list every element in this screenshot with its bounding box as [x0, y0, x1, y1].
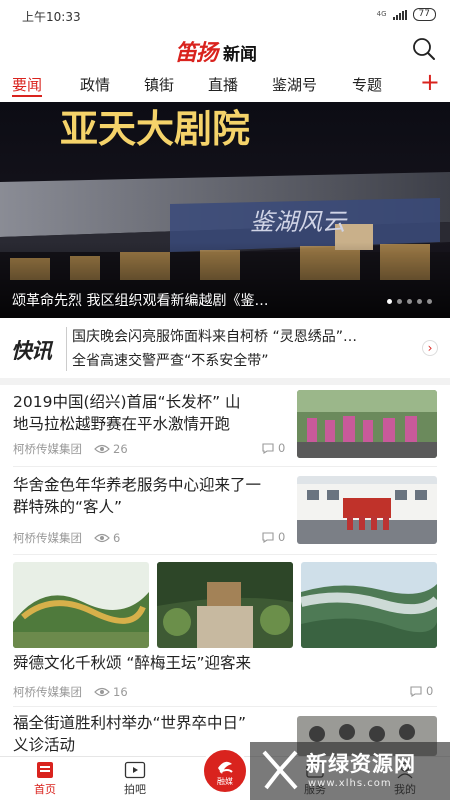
list-divider	[13, 466, 437, 467]
tab-zhengqing[interactable]: 政情	[80, 74, 110, 95]
watermark-logo-icon	[262, 750, 298, 790]
article-source: 柯桥传媒集团	[13, 685, 82, 699]
article-item[interactable]: 舜德文化千秋颂 “醉梅王坛”迎客来 柯桥传媒集团 16 0	[0, 652, 450, 702]
article-thumbnail	[297, 476, 437, 544]
status-time: 上午10:33	[22, 10, 81, 24]
comment-count-value: 0	[426, 684, 434, 698]
article-title: 舜德文化千秋颂 “醉梅王坛”迎客来	[13, 652, 251, 674]
nav-home[interactable]: 首页	[15, 761, 75, 797]
article-title-line: 2019中国(绍兴)首届“长发杯” 山	[13, 393, 241, 411]
nav-paiba[interactable]: 拍吧	[105, 761, 165, 797]
flash-news-logo: 快讯	[11, 339, 52, 363]
comment-icon	[410, 685, 422, 697]
nav-rongmei-label: 融媒	[217, 777, 233, 786]
flash-news: 快讯 国庆晚会闪亮服饰面料来自柯桥 “灵恩绣品”… 全省高速交警严查“不系安全带…	[0, 320, 450, 378]
nav-rongmei[interactable]: 融媒	[201, 747, 249, 795]
banner-pagination	[387, 299, 432, 304]
channel-tabs: 要闻 政情 镇街 直播 鉴湖号 专题 +	[0, 68, 450, 102]
watermark: 新绿资源网 www.xlhs.com	[250, 742, 450, 800]
article-title: 2019中国(绍兴)首届“长发杯” 山 地马拉松越野赛在平水激情开跑	[13, 391, 241, 435]
banner-image: 亚天大剧院 鉴湖风云	[0, 102, 450, 318]
pagination-dot	[387, 299, 392, 304]
status-bar: 上午10:33 4G 77	[0, 0, 450, 30]
banner-caption: 颂革命先烈 我区组织观看新编越剧《鉴…	[12, 293, 269, 309]
view-count: 16	[94, 685, 128, 699]
article-title-line: 地马拉松越野赛在平水激情开跑	[13, 415, 231, 433]
search-icon	[413, 38, 435, 60]
article-meta: 柯桥传媒集团 26	[13, 441, 128, 457]
article-title: 华舍金色年华养老服务中心迎来了一 群特殊的“客人”	[13, 474, 261, 518]
comment-count: 0	[262, 441, 285, 455]
view-count-value: 6	[113, 531, 121, 545]
banner-sign: 亚天大剧院	[60, 106, 250, 151]
article-meta: 柯桥传媒集团 16	[13, 684, 128, 700]
banner-overlay-text: 鉴湖风云	[250, 208, 348, 236]
list-divider	[13, 554, 437, 555]
flash-divider	[66, 327, 67, 371]
article-title-line: 福全街道胜利村举办“世界卒中日”	[13, 714, 247, 732]
signal-icon	[392, 9, 407, 20]
app-logo: 笛扬 新闻	[175, 35, 257, 67]
comment-count: 0	[262, 530, 285, 544]
tab-yaowen[interactable]: 要闻	[12, 74, 42, 95]
list-divider	[13, 706, 437, 707]
view-count-value: 26	[113, 442, 128, 456]
network-label: 4G	[376, 10, 387, 18]
logo-brand: 笛扬	[175, 40, 218, 66]
article-source: 柯桥传媒集团	[13, 531, 82, 545]
eye-icon	[94, 444, 110, 454]
tab-zhenjie[interactable]: 镇街	[144, 74, 174, 95]
video-icon	[124, 761, 146, 779]
home-icon	[37, 762, 53, 778]
nav-home-label: 首页	[34, 783, 56, 796]
flash-item[interactable]: 国庆晚会闪亮服饰面料来自柯桥 “灵恩绣品”…	[72, 326, 357, 346]
nav-paiba-label: 拍吧	[124, 783, 146, 796]
search-button[interactable]	[410, 35, 438, 63]
pagination-dot	[427, 299, 432, 304]
comment-count-value: 0	[278, 530, 286, 544]
app-header: 笛扬 新闻	[0, 30, 450, 68]
comment-icon	[262, 442, 274, 454]
view-count: 26	[94, 442, 128, 456]
watermark-url: www.xlhs.com	[308, 778, 392, 789]
article-title-line: 华舍金色年华养老服务中心迎来了一	[13, 476, 262, 494]
pagination-dot	[407, 299, 412, 304]
logo-title: 新闻	[223, 45, 258, 65]
add-channel-button[interactable]: +	[420, 70, 440, 94]
pagination-dot	[417, 299, 422, 304]
tab-jianhuhao[interactable]: 鉴湖号	[272, 74, 317, 95]
view-count-value: 16	[113, 685, 128, 699]
article-title-line: 舜德文化千秋颂 “醉梅王坛”迎客来	[13, 654, 251, 672]
flash-item[interactable]: 全省高速交警严查“不系安全带”	[72, 350, 269, 370]
comment-icon	[262, 531, 274, 543]
article-thumbnail	[297, 390, 437, 458]
watermark-title: 新绿资源网	[306, 752, 416, 776]
chevron-right-icon[interactable]: ›	[422, 340, 438, 356]
article-source: 柯桥传媒集团	[13, 442, 82, 456]
article-title-line: 群特殊的“客人”	[13, 498, 123, 516]
section-divider	[0, 378, 450, 385]
battery-indicator: 77	[412, 8, 436, 21]
active-tab-indicator	[12, 95, 42, 97]
eye-icon	[94, 687, 110, 697]
article-item[interactable]: 2019中国(绍兴)首届“长发杯” 山 地马拉松越野赛在平水激情开跑 柯桥传媒集…	[0, 385, 450, 465]
article-image	[157, 562, 293, 648]
pagination-dot	[397, 299, 402, 304]
tab-zhibo[interactable]: 直播	[208, 74, 238, 95]
view-count: 6	[94, 531, 120, 545]
comment-count: 0	[410, 684, 433, 698]
featured-banner[interactable]: 亚天大剧院 鉴湖风云 颂革命先烈 我区组织观看新编越剧《鉴…	[0, 102, 450, 318]
tab-zhuanti[interactable]: 专题	[352, 74, 382, 95]
eye-icon	[94, 533, 110, 543]
article-meta: 柯桥传媒集团 6	[13, 530, 120, 546]
article-images[interactable]	[0, 562, 450, 650]
article-image	[301, 562, 437, 648]
comment-count-value: 0	[278, 441, 286, 455]
article-image	[13, 562, 149, 648]
article-item[interactable]: 华舍金色年华养老服务中心迎来了一 群特殊的“客人” 柯桥传媒集团 6 0	[0, 470, 450, 550]
status-indicators: 4G 77	[377, 8, 436, 21]
